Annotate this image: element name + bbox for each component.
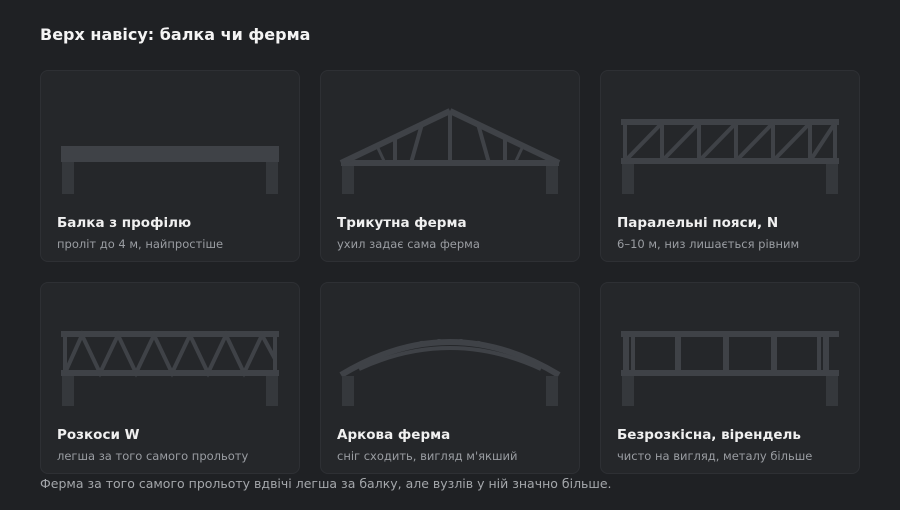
card-subtitle: 6–10 м, низ лишається рівним xyxy=(617,237,800,251)
parallel-chord-n-truss-icon xyxy=(621,119,839,194)
card-vierendeel-truss[interactable]: Безрозкісна, вірендель чисто на вигляд, … xyxy=(600,282,860,474)
page: Верх навісу: балка чи ферма Балка з проф… xyxy=(0,0,900,510)
card-title: Паралельні пояси, N xyxy=(617,215,779,231)
card-subtitle: легша за того самого прольоту xyxy=(57,449,249,463)
card-title: Безрозкісна, вірендель xyxy=(617,427,801,443)
card-arched-truss[interactable]: Аркова ферма сніг сходить, вигляд м'якши… xyxy=(320,282,580,474)
card-subtitle: сніг сходить, вигляд м'якший xyxy=(337,449,518,463)
card-title: Балка з профілю xyxy=(57,215,192,231)
card-parallel-chord-truss[interactable]: Паралельні пояси, N 6–10 м, низ лишаєтьс… xyxy=(600,70,860,262)
card-beam[interactable]: Балка з профілю проліт до 4 м, найпрості… xyxy=(40,70,300,262)
card-triangular-truss[interactable]: Трикутна ферма ухил задає сама ферма xyxy=(320,70,580,262)
card-subtitle: проліт до 4 м, найпростіше xyxy=(57,237,224,251)
triangular-truss-icon xyxy=(339,108,561,194)
card-title: Трикутна ферма xyxy=(337,215,467,231)
vierendeel-truss-icon xyxy=(621,331,839,406)
card-title: Розкоси W xyxy=(57,427,140,443)
card-warren-truss[interactable]: Розкоси W легша за того самого прольоту xyxy=(40,282,300,474)
card-title: Аркова ферма xyxy=(337,427,451,443)
card-subtitle: ухил задає сама ферма xyxy=(337,237,480,251)
warren-w-truss-icon xyxy=(61,330,279,406)
card-subtitle: чисто на вигляд, металу більше xyxy=(617,449,813,463)
arched-truss-icon xyxy=(339,339,561,406)
beam-diagram-icon xyxy=(61,146,279,194)
options-grid: Балка з профілю проліт до 4 м, найпрості… xyxy=(40,70,860,474)
page-title: Верх навісу: балка чи ферма xyxy=(40,25,311,44)
footnote: Ферма за того самого прольоту вдвічі лег… xyxy=(40,476,612,491)
